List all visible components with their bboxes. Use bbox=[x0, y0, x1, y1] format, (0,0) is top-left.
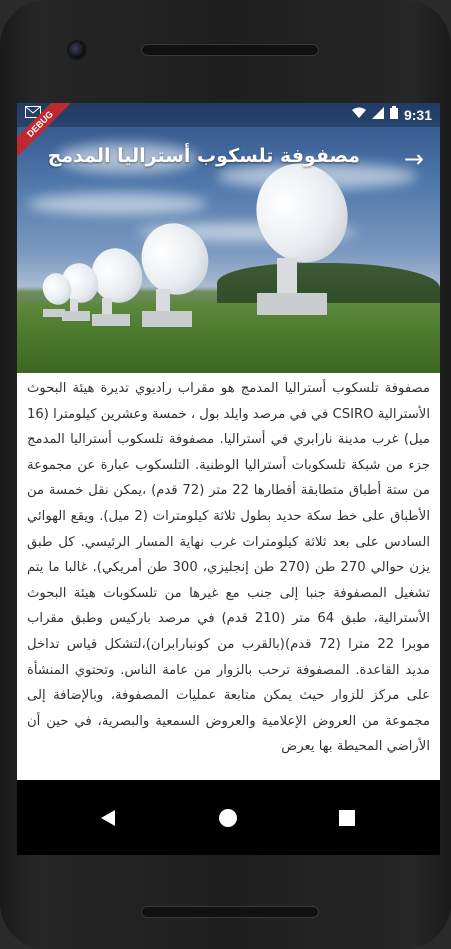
recents-nav-icon[interactable] bbox=[339, 810, 355, 826]
clock: 9:31 bbox=[403, 106, 432, 123]
bottom-speaker bbox=[141, 906, 319, 918]
battery-icon bbox=[389, 106, 398, 123]
wifi-icon bbox=[351, 107, 366, 123]
system-nav-bar bbox=[17, 780, 440, 855]
signal-icon bbox=[371, 106, 384, 123]
status-bar: 9:31 bbox=[17, 103, 440, 127]
hero-image: 9:31 DEBUG → مصفوفة تلسكوب أستراليا المد… bbox=[17, 103, 440, 373]
page-title: مصفوفة تلسكوب أستراليا المدمج bbox=[47, 145, 360, 167]
front-camera bbox=[69, 42, 85, 58]
back-nav-icon[interactable] bbox=[101, 810, 115, 826]
app-screen: 9:31 DEBUG → مصفوفة تلسكوب أستراليا المد… bbox=[17, 103, 440, 855]
app-bar: → مصفوفة تلسكوب أستراليا المدمج bbox=[17, 139, 440, 179]
phone-frame: 9:31 DEBUG → مصفوفة تلسكوب أستراليا المد… bbox=[0, 0, 451, 949]
arrow-forward-icon[interactable]: → bbox=[404, 145, 424, 173]
earpiece-speaker bbox=[141, 44, 319, 56]
article-body: مصفوفة تلسكوب أستراليا المدمج هو مقراب ر… bbox=[27, 381, 430, 755]
home-nav-icon[interactable] bbox=[219, 809, 237, 827]
